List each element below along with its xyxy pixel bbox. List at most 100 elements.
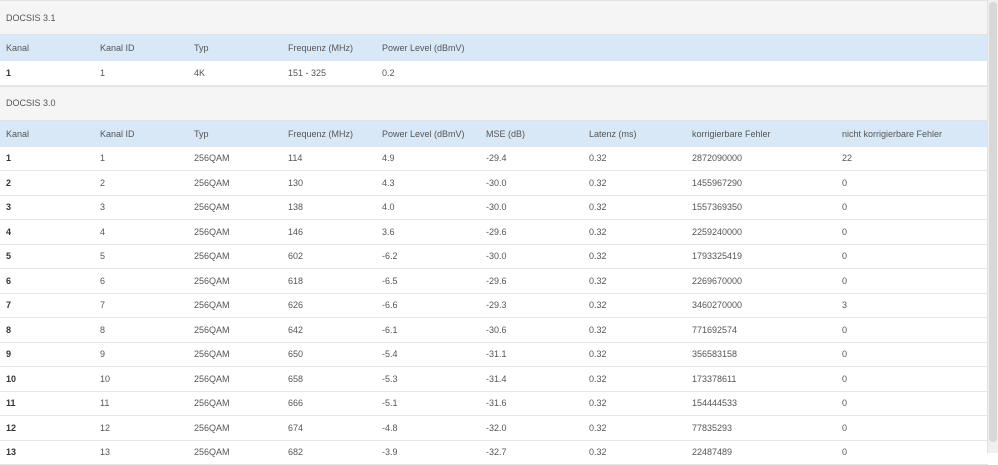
table-cell: 256QAM [194,374,230,384]
column-header: Kanal [6,129,29,139]
table-row: 1 1 4K 151 - 325 0.2 [0,61,988,86]
table-cell: 7 [100,300,105,310]
table-cell: -32.7 [486,447,507,457]
vertical-scrollbar[interactable] [987,0,998,453]
column-header: Frequenz (MHz) [288,43,353,53]
table-cell: 5 [6,251,11,261]
table-cell: 3460270000 [692,300,742,310]
table-cell: 6 [6,276,11,286]
table-cell: 0 [842,276,847,286]
docsis30-header-row: Kanal Kanal ID Typ Frequenz (MHz) Power Leve… [0,121,988,147]
table-cell: -30.6 [486,325,507,335]
table-row: 44256QAM1463.6-29.60.3222592400000 [0,220,988,245]
table-cell: 2872090000 [692,153,742,163]
table-cell: -6.2 [382,251,398,261]
table-row: 99256QAM650-5.4-31.10.323565831580 [0,343,988,368]
table-cell: 138 [288,202,303,212]
column-header: Typ [194,129,209,139]
table-cell: -6.6 [382,300,398,310]
table-cell: 2 [100,178,105,188]
table-cell: 1 [100,68,105,78]
table-cell: 256QAM [194,398,230,408]
table-cell: 4.0 [382,202,395,212]
table-row: 77256QAM626-6.6-29.30.3234602700003 [0,294,988,319]
table-cell: 256QAM [194,251,230,261]
column-header: Kanal ID [100,43,135,53]
table-cell: 256QAM [194,153,230,163]
table-cell: -29.4 [486,153,507,163]
table-cell: -6.5 [382,276,398,286]
table-cell: 11 [6,398,16,408]
docsis31-header-row: KanalKanal IDTypFrequenz (MHz)Power Leve… [0,35,988,61]
table-cell: 602 [288,251,303,261]
table-cell: 4.9 [382,153,395,163]
table-cell: -31.6 [486,398,507,408]
table-cell: 356583158 [692,349,737,359]
table-cell: 0.32 [589,276,607,286]
table-cell: 13 [6,447,16,457]
table-cell: 0 [842,178,847,188]
table-cell: 0 [842,349,847,359]
table-cell: 1 [6,68,11,78]
column-header: Frequenz (MHz) [288,129,353,139]
table-cell: 0.32 [589,153,607,163]
table-row: 1010256QAM658-5.3-31.40.321733786110 [0,367,988,392]
column-header: Kanal [6,43,29,53]
table-cell: -30.0 [486,251,507,261]
table-cell: 12 [100,423,110,433]
column-header: Kanal ID [100,129,135,139]
table-cell: 0.32 [589,251,607,261]
table-row: 55256QAM602-6.2-30.00.3217933254190 [0,245,988,270]
table-cell: 1 [6,153,11,163]
table-cell: 256QAM [194,325,230,335]
table-cell: 0.32 [589,374,607,384]
table-cell: 151 - 325 [288,68,326,78]
table-cell: 10 [6,374,16,384]
table-cell: 256QAM [194,202,230,212]
table-cell: 3 [100,202,105,212]
table-cell: 130 [288,178,303,188]
scrollbar-thumb[interactable] [989,2,997,442]
column-header: nicht korrigierbare Fehler [842,129,942,139]
table-cell: 771692574 [692,325,737,335]
table-cell: -30.0 [486,202,507,212]
table-cell: 146 [288,227,303,237]
table-cell: -5.4 [382,349,398,359]
table-cell: 0 [842,251,847,261]
table-cell: -31.1 [486,349,507,359]
table-cell: 256QAM [194,300,230,310]
table-cell: 0 [842,447,847,457]
table-cell: 682 [288,447,303,457]
table-cell: 626 [288,300,303,310]
docsis31-table: KanalKanal IDTypFrequenz (MHz)Power Leve… [0,35,988,86]
table-cell: 8 [100,325,105,335]
table-cell: 12 [6,423,16,433]
table-cell: 0.2 [382,68,395,78]
table-cell: -30.0 [486,178,507,188]
table-cell: 2 [6,178,11,188]
docsis30-table: Kanal Kanal ID Typ Frequenz (MHz) Power Leve… [0,121,988,465]
table-row: 33256QAM1384.0-30.00.3215573693500 [0,196,988,221]
table-cell: -5.3 [382,374,398,384]
table-cell: 0.32 [589,398,607,408]
table-cell: 0.32 [589,300,607,310]
table-cell: 0.32 [589,423,607,433]
table-cell: 4 [6,227,11,237]
table-cell: 5 [100,251,105,261]
table-cell: 0 [842,325,847,335]
table-cell: 4K [194,68,205,78]
table-cell: 1 [100,153,105,163]
table-cell: 4.3 [382,178,395,188]
table-cell: 2269670000 [692,276,742,286]
docsis31-section-title: DOCSIS 3.1 [0,0,988,35]
table-cell: -29.6 [486,227,507,237]
table-cell: 114 [288,153,302,163]
table-cell: 0 [842,423,847,433]
table-cell: 9 [6,349,11,359]
column-header: Power Level (dBmV) [382,129,465,139]
table-row: 1111256QAM666-5.1-31.60.321544445330 [0,392,988,417]
table-cell: 618 [288,276,303,286]
table-cell: 173378611 [692,374,736,384]
table-cell: -29.6 [486,276,507,286]
table-cell: 0 [842,398,847,408]
